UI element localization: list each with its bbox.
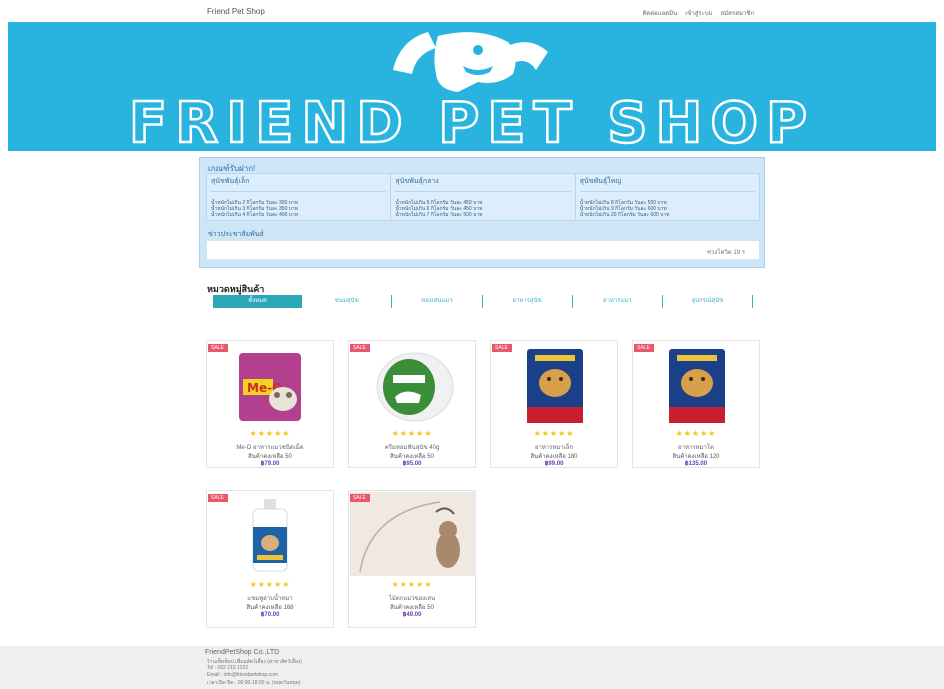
sale-badge: SALE xyxy=(208,344,228,352)
pricing-column-medium: สุนัขพันธุ์กลาง น้ำหนักไม่เกิน 5 กิโลกรั… xyxy=(391,174,576,220)
dog-food-bag-icon xyxy=(669,349,725,423)
nav-link-contact[interactable]: ติดต่อแอดมิน xyxy=(642,8,677,18)
footer-phone: Tel : 062 215 1222 xyxy=(207,665,249,671)
nav-links: ติดต่อแอดมิน เข้าสู่ระบบ สมัครสมาชิก xyxy=(642,8,754,18)
product-price: ฿49.00 xyxy=(402,612,422,618)
price-line: น้ำหนักไม่เกิน 7 กิโลกรัม วันละ 500 บาท xyxy=(395,212,483,218)
product-price: ฿79.00 xyxy=(260,461,280,467)
product-price: ฿95.00 xyxy=(402,461,422,467)
category-title: หมวดหมู่สินค้า xyxy=(207,284,265,294)
brand-link[interactable]: Friend Pet Shop xyxy=(207,7,265,16)
banner-title: FRIEND PET SHOP xyxy=(129,91,815,151)
nav-link-register[interactable]: สมัครสมาชิก xyxy=(720,8,754,18)
product-card[interactable]: SALE ★★★★★ อาหารหมาเล็ก สินค้าคงเหลือ 18… xyxy=(490,340,618,468)
product-price: ฿70.00 xyxy=(260,612,280,618)
boarding-criteria-panel: เกณฑ์รับฝาก! สุนัขพันธุ์เล็ก น้ำหนักไม่เ… xyxy=(199,157,765,268)
column-heading: สุนัขพันธุ์เล็ก xyxy=(211,176,387,192)
dog-logo-icon xyxy=(393,32,548,92)
rating-stars: ★★★★★ xyxy=(675,429,717,438)
footer-hours: เวลาเปิด-ปิด : 09:00-18:00 น. (หยุดวันหย… xyxy=(207,680,301,686)
price-line: น้ำหนักไม่เกิน 4 กิโลกรัม วันละ 400 บาท xyxy=(211,212,299,218)
sale-badge: SALE xyxy=(492,344,512,352)
sale-badge: SALE xyxy=(350,494,370,502)
pricing-column-large: สุนัขพันธุ์ใหญ่ น้ำหนักไม่เกิน 8 กิโลกรั… xyxy=(576,174,759,220)
tab-cat-toys[interactable]: ของเล่นแมว xyxy=(392,295,483,308)
news-title: ข่าวประชาสัมพันธ์ xyxy=(208,231,264,238)
product-card[interactable]: SALE ★★★★★ อาหารหมาโต สินค้าคงเหลือ 120 … xyxy=(632,340,760,468)
product-card[interactable]: SALE ★★★★★ แชมพูอาบน้ำหมา สินค้าคงเหลือ … xyxy=(206,490,334,628)
rating-stars: ★★★★★ xyxy=(533,429,575,438)
sale-badge: SALE xyxy=(350,344,370,352)
rating-stars: ★★★★★ xyxy=(391,429,433,438)
rating-stars: ★★★★★ xyxy=(249,580,291,589)
product-price: ฿99.00 xyxy=(544,461,564,467)
cat-food-bag-icon: Me-O xyxy=(239,353,301,421)
tab-all[interactable]: ทั้งหมด xyxy=(213,295,303,308)
footer-email[interactable]: Email : info@friendpetshop.com xyxy=(207,672,278,678)
column-heading: สุนัขพันธุ์ใหญ่ xyxy=(579,176,755,192)
site-footer: FriendPetShop Co.,LTD ร้านเพ็ทช็อป เพื่อ… xyxy=(0,646,944,689)
dog-food-bag-icon xyxy=(527,349,583,423)
footer-company: FriendPetShop Co.,LTD xyxy=(205,649,280,656)
rating-stars: ★★★★★ xyxy=(391,580,433,589)
cat-toy-photo-icon xyxy=(350,492,476,576)
banner-logo-image: FRIEND PET SHOP xyxy=(128,32,815,151)
tab-dog-snacks[interactable]: ขนมสุนัข xyxy=(302,295,393,308)
tab-cat-food[interactable]: อาหารแมว xyxy=(573,295,663,308)
category-tabs: ทั้งหมด ขนมสุนัข ของเล่นแมว อาหารสุนัข อ… xyxy=(213,295,754,308)
sale-badge: SALE xyxy=(208,494,228,502)
product-card[interactable]: SALE Me-O ★★★★★ Me-O อาหารแมวชนิดเม็ด สิ… xyxy=(206,340,334,468)
column-heading: สุนัขพันธุ์กลาง xyxy=(395,176,571,192)
news-ticker: ช่วงโควิด 19 ร xyxy=(206,240,760,260)
product-price: ฿135.00 xyxy=(684,461,708,467)
rating-stars: ★★★★★ xyxy=(249,429,291,438)
pricing-column-small: สุนัขพันธุ์เล็ก น้ำหนักไม่เกิน 2 กิโลกรั… xyxy=(207,174,392,220)
hero-banner: FRIEND PET SHOP xyxy=(8,22,936,151)
tab-dog-supplies[interactable]: อุปกรณ์สุนัข xyxy=(663,295,754,308)
shampoo-bottle-icon xyxy=(252,499,288,572)
sale-badge: SALE xyxy=(634,344,654,352)
price-line: น้ำหนักไม่เกิน 20 กิโลกรัม วันละ 600 บาท xyxy=(579,212,670,218)
cream-jar-icon xyxy=(376,352,454,422)
tab-dog-food[interactable]: อาหารสุนัข xyxy=(483,295,573,308)
product-card[interactable]: SALE ★★★★★ ไม้ตกแมวของเล่น สินค้าคงเหลือ… xyxy=(348,490,476,628)
top-navbar: Friend Pet Shop ติดต่อแอดมิน เข้าสู่ระบบ… xyxy=(0,0,944,22)
nav-link-login[interactable]: เข้าสู่ระบบ xyxy=(685,8,712,18)
product-card[interactable]: SALE ★★★★★ ครีมหอมฟันสุนัข 40g สินค้าคงเ… xyxy=(348,340,476,468)
news-text: ช่วงโควิด 19 ร xyxy=(706,250,745,256)
pricing-columns: สุนัขพันธุ์เล็ก น้ำหนักไม่เกิน 2 กิโลกรั… xyxy=(206,173,760,221)
